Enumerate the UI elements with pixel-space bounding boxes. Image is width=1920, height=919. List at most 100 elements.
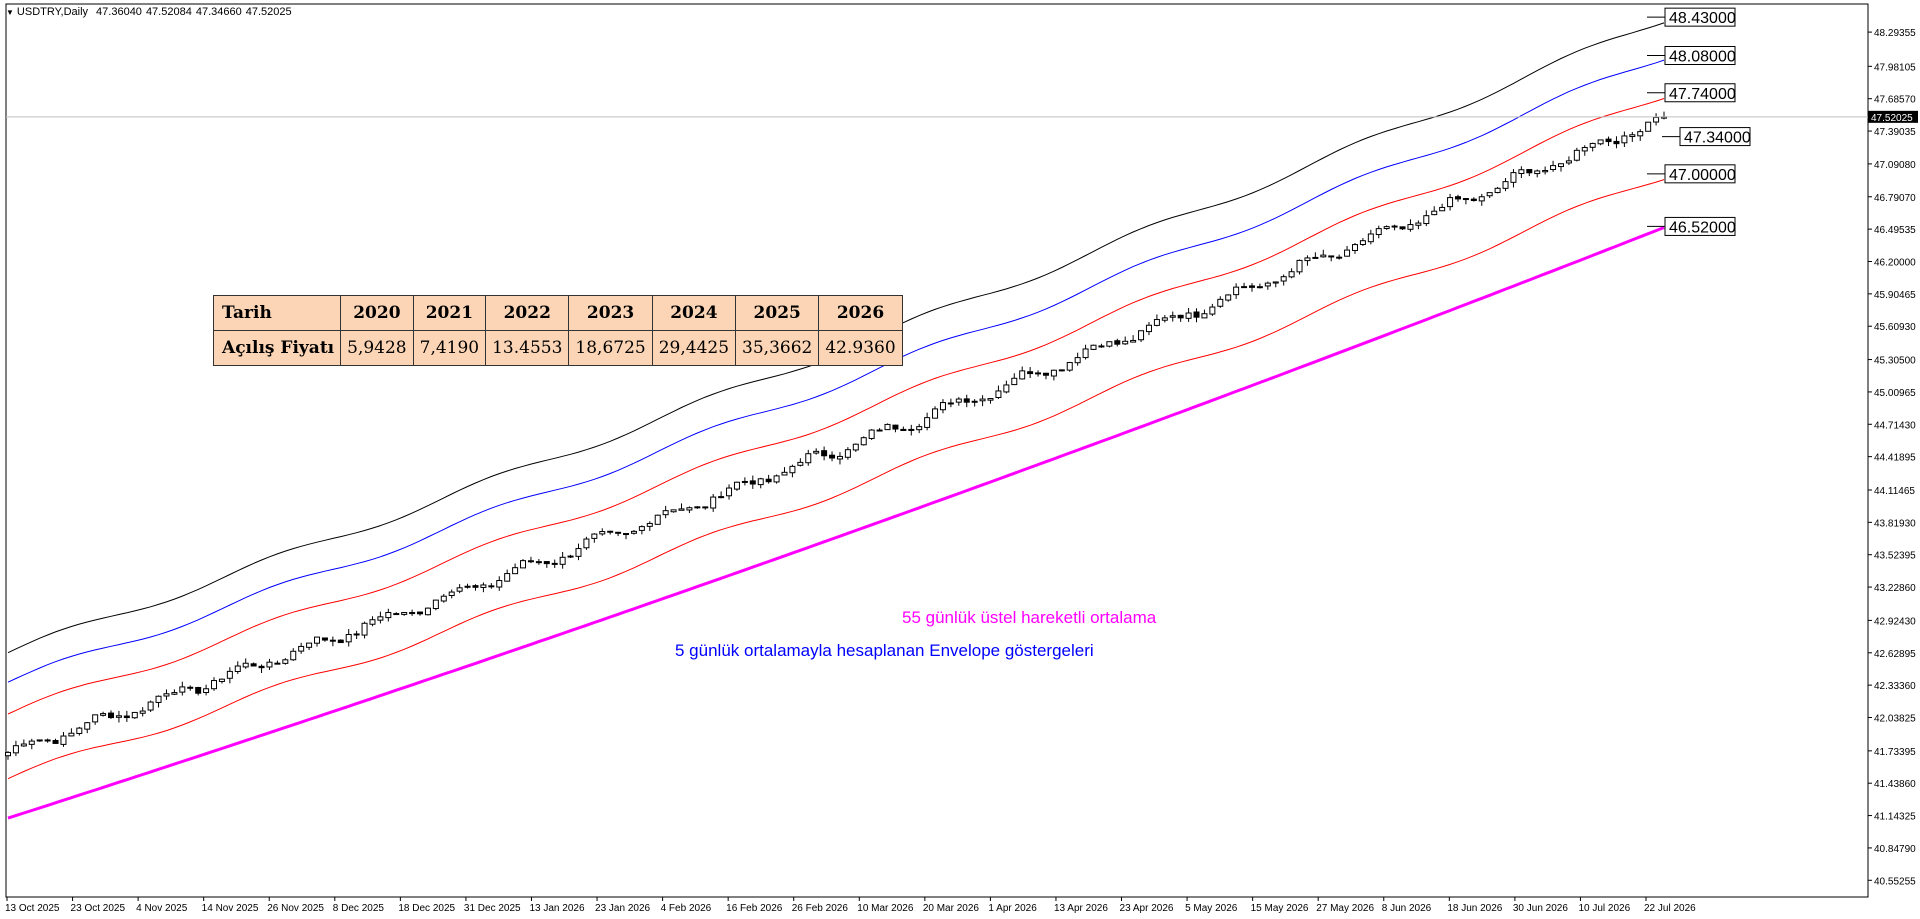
- envelope-line: [7, 98, 1665, 715]
- candle-body: [1153, 319, 1160, 326]
- candle-body: [274, 662, 281, 665]
- candle-body: [52, 740, 59, 744]
- candle-body: [710, 496, 717, 509]
- candle-body: [1019, 370, 1026, 380]
- candle-body: [1177, 314, 1184, 319]
- candle-body: [789, 465, 796, 474]
- date-tick-label: 26 Feb 2026: [792, 903, 849, 914]
- year-cell: 2022: [485, 295, 570, 331]
- candle-body: [131, 711, 138, 719]
- candle-body: [860, 437, 867, 446]
- date-tick-label: 15 May 2026: [1251, 903, 1309, 914]
- candle-body: [575, 548, 582, 557]
- candle-body: [1027, 371, 1034, 375]
- candle-body: [1225, 294, 1232, 301]
- date-tick-label: 10 Jul 2026: [1578, 903, 1630, 914]
- price-tick-label: 45.30500: [1874, 356, 1916, 367]
- candle-body: [1359, 240, 1366, 245]
- level-label: 47.74000: [1669, 86, 1736, 103]
- price-tick-label: 46.79070: [1874, 193, 1916, 204]
- price-tick-label: 45.90465: [1874, 290, 1916, 301]
- candle-body: [1098, 345, 1105, 348]
- candle-body: [1518, 169, 1525, 175]
- candle-body: [28, 740, 35, 745]
- candle-body: [1288, 271, 1295, 278]
- collapse-arrow-icon[interactable]: ▼: [6, 8, 14, 17]
- candle-body: [1494, 187, 1501, 194]
- candle-body: [298, 645, 305, 652]
- candle-body: [1367, 233, 1374, 243]
- date-tick-label: 27 May 2026: [1316, 903, 1374, 914]
- opening-price-table: Tarih 2020 2021 2022 2023 2024 2025 2026…: [212, 295, 903, 366]
- price-tick-label: 41.43860: [1874, 779, 1916, 790]
- candle-body: [306, 642, 313, 648]
- candle-body: [1280, 276, 1287, 282]
- price-chart[interactable]: 48.29355 47.98105 47.68570 47.39035 47.09080…: [0, 0, 1920, 919]
- price-tick-label: 47.09080: [1874, 160, 1916, 171]
- price-tick-label: 47.39035: [1874, 127, 1916, 138]
- candle-body: [1122, 340, 1129, 345]
- year-cell: 2024: [651, 295, 737, 331]
- year-cell: 2025: [735, 295, 820, 331]
- candle-body: [377, 616, 384, 621]
- candle-body: [1011, 377, 1018, 386]
- candle-body: [987, 398, 994, 401]
- candle-body: [20, 743, 27, 747]
- candle-body: [1439, 206, 1446, 212]
- price-tick-label: 40.55255: [1874, 876, 1916, 887]
- candle-body: [1605, 138, 1612, 143]
- candle-body: [1454, 196, 1461, 200]
- candle-body: [836, 455, 843, 460]
- candle-body: [1264, 282, 1271, 287]
- candle-body: [773, 475, 780, 483]
- level-label: 47.34000: [1684, 130, 1751, 147]
- year-cell: 2026: [818, 295, 903, 331]
- candle-body: [345, 634, 352, 643]
- candle-body: [36, 739, 43, 742]
- candle-body: [543, 561, 550, 565]
- candle-body: [417, 611, 424, 615]
- candle-body: [1201, 313, 1208, 319]
- candle-body: [654, 514, 661, 525]
- candle-body: [1613, 140, 1620, 145]
- candle-body: [559, 556, 566, 565]
- candle-body: [765, 478, 772, 483]
- price-tick-label: 41.73395: [1874, 747, 1916, 758]
- candle-body: [1542, 169, 1549, 173]
- candle-body: [1066, 362, 1073, 371]
- candle-body: [1645, 121, 1652, 132]
- candle-body: [115, 715, 122, 718]
- candle-body: [409, 612, 416, 615]
- price-cell: 42.9360: [818, 330, 903, 366]
- candle-body: [955, 398, 962, 403]
- price-tick-label: 45.60930: [1874, 322, 1916, 333]
- candle-body: [1185, 312, 1192, 319]
- candle-body: [1320, 254, 1327, 258]
- candle-body: [1217, 298, 1224, 307]
- candle-body: [5, 751, 11, 757]
- candle-body: [1248, 285, 1255, 288]
- date-tick-label: 4 Feb 2026: [661, 903, 712, 914]
- symbol-label: USDTRY,Daily: [16, 6, 89, 18]
- candle-body: [1510, 172, 1517, 183]
- candle-body: [813, 450, 820, 454]
- candle-body: [678, 508, 685, 511]
- table-head-label: Tarih: [212, 295, 342, 331]
- candle-body: [1114, 340, 1121, 345]
- candle-body: [1193, 311, 1200, 318]
- candle-body: [1407, 224, 1414, 230]
- candle-body: [646, 522, 653, 527]
- price-row: Açılış Fiyatı 5,9428 7,4190 13.4553 18,6…: [212, 330, 903, 366]
- price-tick-label: 47.98105: [1874, 62, 1916, 73]
- candle-body: [464, 585, 471, 588]
- date-tick-label: 23 Jan 2026: [595, 903, 650, 914]
- candle-body: [1130, 339, 1137, 343]
- date-tick-label: 8 Jun 2026: [1382, 903, 1432, 914]
- candle-body: [1462, 198, 1469, 201]
- candle-body: [76, 727, 83, 734]
- year-cell: 2021: [412, 295, 487, 331]
- candle-body: [337, 639, 344, 644]
- price-tick-label: 42.03825: [1874, 713, 1916, 724]
- candle-body: [686, 507, 693, 511]
- candle-body: [92, 714, 99, 723]
